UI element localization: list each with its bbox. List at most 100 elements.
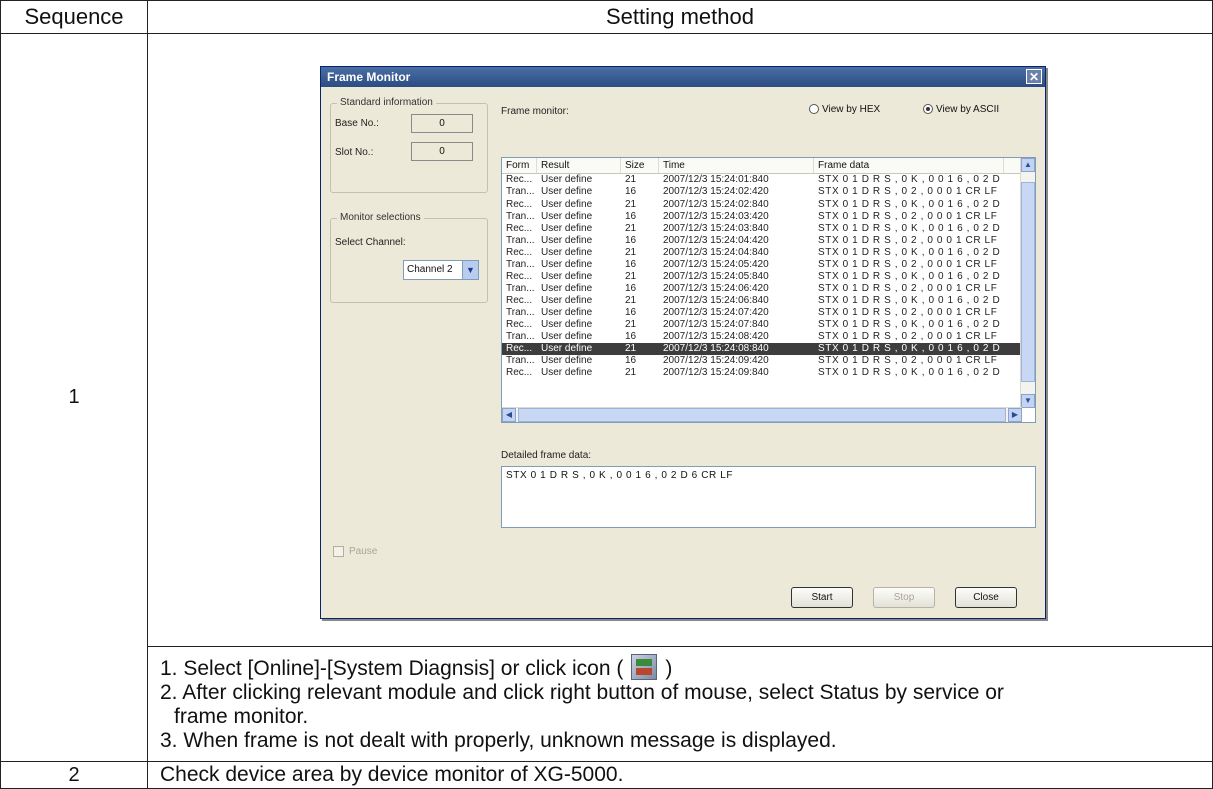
frame-list-cell: 21 <box>625 294 637 306</box>
dialog-titlebar: Frame Monitor ✕ <box>321 67 1045 88</box>
view-hex-radio[interactable] <box>809 104 819 115</box>
frame-list-row[interactable]: Rec... User define 21 2007/12/3 15:24:09:84… <box>502 367 1035 379</box>
pause-label: Pause <box>349 546 378 558</box>
frame-list-cell: User define <box>541 270 593 282</box>
start-button[interactable]: Start <box>791 587 853 609</box>
frame-list-row[interactable]: Rec... User define 21 2007/12/3 15:24:01:84… <box>502 174 1035 186</box>
system-diagnosis-icon <box>631 654 658 681</box>
frame-list-cell: User define <box>541 367 593 379</box>
frame-list-cell: STX 0 1 D R S , 0 2 , 0 0 0 1 CR LF <box>818 331 998 343</box>
frame-list-cell: Rec... <box>506 270 533 282</box>
column-header-frame-data[interactable]: Frame data <box>814 158 1004 174</box>
frame-list-cell: User define <box>541 294 593 306</box>
frame-list-row[interactable]: Tran... User define 16 2007/12/3 15:24:09:4… <box>502 355 1035 367</box>
frame-list-cell: 16 <box>625 234 637 246</box>
frame-list-row[interactable]: Rec... User define 21 2007/12/3 15:24:06:84… <box>502 295 1035 307</box>
pause-checkbox[interactable] <box>333 546 344 558</box>
frame-list-cell: User define <box>541 210 593 222</box>
channel-select-value: Channel 2 <box>407 264 453 276</box>
frame-list-cell: 21 <box>625 318 637 330</box>
frame-list-cell: 16 <box>625 355 637 367</box>
frame-list-cell: STX 0 1 D R S , 0 2 , 0 0 0 1 CR LF <box>818 210 998 222</box>
view-hex-option[interactable]: View by HEX <box>809 104 880 115</box>
frame-list-cell: 21 <box>625 343 637 355</box>
frame-list-cell: 2007/12/3 15:24:09:420 <box>663 355 769 367</box>
view-ascii-radio[interactable] <box>923 104 933 115</box>
frame-list-row[interactable]: Rec... User define 21 2007/12/3 15:24:05:84… <box>502 271 1035 283</box>
frame-list-row[interactable]: Rec... User define 21 2007/12/3 15:24:08:84… <box>502 343 1035 356</box>
frame-list-cell: User define <box>541 174 593 186</box>
document-table: Sequence Setting method 1 Frame Monitor … <box>0 0 1213 789</box>
steps-cell: 1. Select [Online]-[System Diagnsis] or … <box>147 645 1213 763</box>
scroll-left-icon[interactable]: ◀ <box>502 408 516 423</box>
frame-list-cell: STX 0 1 D R S , 0 K , 0 0 1 6 , 0 2 D <box>818 174 1001 186</box>
frame-list-header: Form Result Size Time Frame data <box>502 158 1035 175</box>
frame-list-cell: 2007/12/3 15:24:06:420 <box>663 282 769 294</box>
frame-list-row[interactable]: Tran... User define 16 2007/12/3 15:24:04:4… <box>502 235 1035 247</box>
chevron-down-icon[interactable]: ▼ <box>462 261 478 280</box>
base-no-field[interactable]: 0 <box>411 114 473 134</box>
frame-list-cell: Rec... <box>506 198 533 210</box>
horizontal-scrollbar[interactable]: ◀ ▶ <box>502 407 1022 423</box>
frame-list-cell: User define <box>541 186 593 198</box>
frame-list-row[interactable]: Tran... User define 16 2007/12/3 15:24:05:4… <box>502 259 1035 271</box>
step-3: 3. When frame is not dealt with properly… <box>160 729 837 753</box>
frame-list-cell: STX 0 1 D R S , 0 2 , 0 0 0 1 CR LF <box>818 258 998 270</box>
frame-list-row[interactable]: Tran... User define 16 2007/12/3 15:24:03:4… <box>502 211 1035 223</box>
frame-list-row[interactable]: Tran... User define 16 2007/12/3 15:24:08:4… <box>502 331 1035 343</box>
scroll-right-icon[interactable]: ▶ <box>1008 408 1022 423</box>
frame-list-cell: Rec... <box>506 246 533 258</box>
step-1: 1. Select [Online]-[System Diagnsis] or … <box>160 654 1212 681</box>
step-1-text: 1. Select [Online]-[System Diagnsis] or … <box>160 657 624 681</box>
scroll-down-icon[interactable]: ▼ <box>1021 394 1035 409</box>
column-header-result[interactable]: Result <box>537 158 621 174</box>
frame-list-row[interactable]: Rec... User define 21 2007/12/3 15:24:03:84… <box>502 223 1035 235</box>
screenshot-cell: Frame Monitor ✕ Standard information Bas… <box>147 33 1213 647</box>
slot-no-field[interactable]: 0 <box>411 142 473 162</box>
frame-list-cell: Tran... <box>506 282 535 294</box>
stop-button[interactable]: Stop <box>873 587 935 609</box>
header-sequence: Sequence <box>0 0 148 35</box>
column-header-size[interactable]: Size <box>621 158 659 174</box>
row2-sequence: 2 <box>0 761 148 789</box>
frame-list-cell: 2007/12/3 15:24:05:420 <box>663 258 769 270</box>
slot-no-label: Slot No.: <box>335 147 374 159</box>
frame-list-cell: Rec... <box>506 367 533 379</box>
frame-list-cell: STX 0 1 D R S , 0 K , 0 0 1 6 , 0 2 D <box>818 294 1001 306</box>
scroll-up-icon[interactable]: ▲ <box>1021 158 1035 173</box>
step-1-close: ) <box>665 657 673 681</box>
frame-list-cell: 16 <box>625 186 637 198</box>
column-header-time[interactable]: Time <box>659 158 814 174</box>
frame-list-row[interactable]: Rec... User define 21 2007/12/3 15:24:04:84… <box>502 247 1035 259</box>
frame-list-row[interactable]: Tran... User define 16 2007/12/3 15:24:07:4… <box>502 307 1035 319</box>
frame-list-cell: Tran... <box>506 331 535 343</box>
vertical-scrollbar[interactable]: ▲ ▼ <box>1020 158 1035 409</box>
frame-list-row[interactable]: Rec... User define 21 2007/12/3 15:24:02:84… <box>502 199 1035 211</box>
close-icon[interactable]: ✕ <box>1026 69 1042 85</box>
frame-list-cell: Tran... <box>506 186 535 198</box>
vertical-scroll-thumb[interactable] <box>1021 182 1035 383</box>
detail-frame-data[interactable]: STX 0 1 D R S , 0 K , 0 0 1 6 , 0 2 D 6 … <box>501 466 1036 529</box>
horizontal-scroll-thumb[interactable] <box>518 408 1006 423</box>
frame-list-cell: 2007/12/3 15:24:03:420 <box>663 210 769 222</box>
frame-list-cell: Rec... <box>506 343 533 355</box>
view-ascii-label: View by ASCII <box>936 104 1000 116</box>
frame-list-row[interactable]: Tran... User define 16 2007/12/3 15:24:02:4… <box>502 186 1035 198</box>
frame-list-cell: Tran... <box>506 210 535 222</box>
frame-list-cell: Rec... <box>506 222 533 234</box>
frame-list[interactable]: Form Result Size Time Frame data Rec... U… <box>501 157 1036 424</box>
frame-list-cell: 21 <box>625 222 637 234</box>
frame-list-cell: STX 0 1 D R S , 0 K , 0 0 1 6 , 0 2 D <box>818 343 1001 355</box>
close-button[interactable]: Close <box>955 587 1017 609</box>
frame-list-row[interactable]: Tran... User define 16 2007/12/3 15:24:06:4… <box>502 283 1035 295</box>
view-ascii-option[interactable]: View by ASCII <box>923 104 999 115</box>
frame-list-cell: STX 0 1 D R S , 0 2 , 0 0 0 1 CR LF <box>818 234 998 246</box>
frame-list-cell: Rec... <box>506 174 533 186</box>
frame-list-cell: User define <box>541 318 593 330</box>
channel-select[interactable]: Channel 2 ▼ <box>403 260 479 281</box>
frame-list-row[interactable]: Rec... User define 21 2007/12/3 15:24:07:84… <box>502 319 1035 331</box>
frame-list-cell: User define <box>541 222 593 234</box>
column-header-form[interactable]: Form <box>502 158 537 174</box>
select-channel-label: Select Channel: <box>335 237 406 249</box>
frame-list-body: Rec... User define 21 2007/12/3 15:24:01:84… <box>502 174 1035 379</box>
